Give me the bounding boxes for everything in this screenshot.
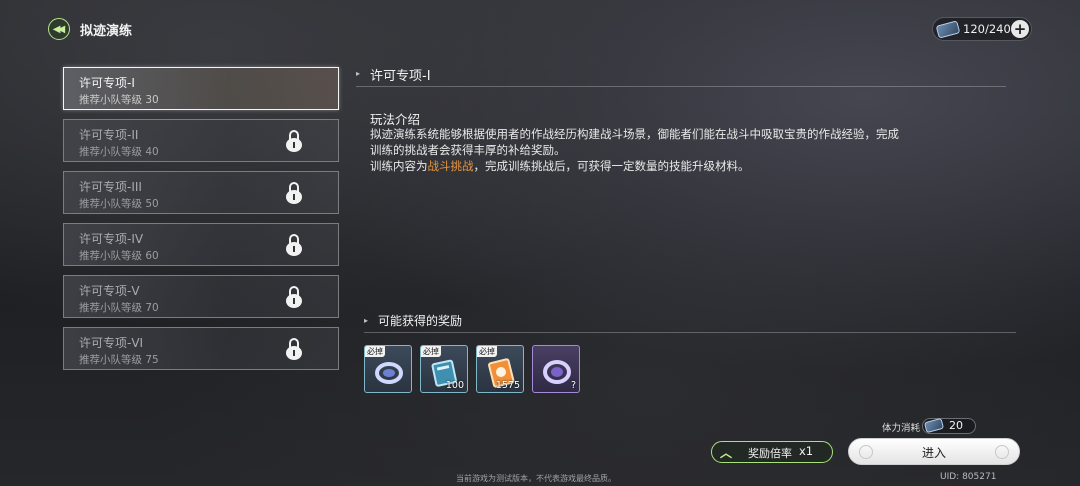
reward-item[interactable]: 必掉 100 — [420, 345, 468, 393]
stage-item-3[interactable]: 许可专项-III 推荐小队等级 50 — [63, 171, 339, 214]
stage-level: 推荐小队等级 75 — [79, 354, 159, 366]
multiplier-label: 奖励倍率 — [748, 447, 792, 460]
stamina-value: 120/240 — [963, 22, 1011, 36]
intro-prefix: 训练内容为 — [370, 159, 428, 173]
stage-level: 推荐小队等级 70 — [79, 302, 159, 314]
stamina-cost-label: 体力消耗 — [882, 423, 921, 434]
reward-count: 100 — [445, 380, 464, 391]
stage-level: 推荐小队等级 30 — [79, 94, 159, 106]
divider — [356, 86, 1006, 87]
stage-level: 推荐小队等级 50 — [79, 198, 159, 210]
lock-icon — [286, 338, 302, 360]
add-stamina-button[interactable]: + — [1011, 20, 1029, 38]
ring-device-icon — [543, 360, 571, 384]
stage-item-4[interactable]: 许可专项-IV 推荐小队等级 60 — [63, 223, 339, 266]
back-button[interactable]: ◀◀ — [48, 18, 70, 40]
stage-level: 推荐小队等级 40 — [79, 146, 159, 158]
footer-note: 当前游戏为测试版本，不代表游戏最终品质。 — [456, 474, 616, 483]
intro-suffix: ，完成训练挑战后，可获得一定数量的技能升级材料。 — [473, 159, 750, 173]
page-title: 拟迹演练 — [80, 24, 133, 39]
detail-title: 许可专项-I — [370, 69, 431, 84]
intro-line: 训练的挑战者会获得丰厚的补给奖励。 — [370, 143, 566, 157]
divider — [364, 332, 1016, 333]
intro-line: 训练内容为战斗挑战，完成训练挑战后，可获得一定数量的技能升级材料。 — [370, 158, 970, 174]
stage-name: 许可专项-III — [79, 180, 142, 194]
enter-label: 进入 — [921, 446, 946, 460]
stamina-ticket-icon — [923, 417, 945, 434]
stamina-cost: 20 — [922, 417, 976, 434]
reward-count: 1575 — [495, 380, 520, 391]
stage-name: 许可专项-IV — [79, 232, 144, 246]
lock-icon — [286, 286, 302, 308]
stamina-counter: 120/240 + — [932, 17, 1032, 41]
lock-icon — [286, 130, 302, 152]
lock-icon — [286, 182, 302, 204]
battle-challenge-highlight: 战斗挑战 — [427, 159, 474, 173]
back-arrow-icon: ◀◀ — [52, 23, 66, 35]
multiplier-value: x1 — [799, 444, 814, 458]
reward-multiplier-button[interactable]: ︿ 奖励倍率 x1 — [711, 441, 833, 463]
reward-item[interactable]: 必掉 1575 — [476, 345, 524, 393]
stage-item-6[interactable]: 许可专项-VI 推荐小队等级 75 — [63, 327, 339, 370]
guaranteed-tag: 必掉 — [477, 346, 497, 357]
stage-name: 许可专项-I — [79, 76, 135, 90]
uid-label: UID: 805271 — [940, 472, 997, 482]
reward-count: ? — [570, 380, 576, 391]
stage-name: 许可专项-VI — [79, 336, 144, 350]
ring-device-icon — [375, 362, 403, 384]
reward-item[interactable]: 必掉 — [364, 345, 412, 393]
stage-item-2[interactable]: 许可专项-II 推荐小队等级 40 — [63, 119, 339, 162]
chevron-up-icon: ︿ — [720, 446, 733, 460]
bullet-icon: ▸ — [356, 69, 361, 78]
decoration-icon — [995, 445, 1009, 459]
reward-item[interactable]: ? — [532, 345, 580, 393]
stage-name: 许可专项-II — [79, 128, 139, 142]
stage-list: 许可专项-I 推荐小队等级 30 许可专项-II 推荐小队等级 40 许可专项-… — [63, 67, 339, 379]
guaranteed-tag: 必掉 — [421, 346, 441, 357]
stage-name: 许可专项-V — [79, 284, 140, 298]
stage-item-5[interactable]: 许可专项-V 推荐小队等级 70 — [63, 275, 339, 318]
stage-item-1[interactable]: 许可专项-I 推荐小队等级 30 — [63, 67, 339, 110]
lock-icon — [286, 234, 302, 256]
enter-button[interactable]: 进入 — [848, 438, 1020, 465]
intro-line: 拟迹演练系统能够根据使用者的作战经历构建战斗场景，御能者们能在战斗中吸取宝贵的作… — [370, 127, 899, 141]
stamina-cost-value: 20 — [949, 419, 963, 432]
stage-level: 推荐小队等级 60 — [79, 250, 159, 262]
guaranteed-tag: 必掉 — [365, 346, 385, 357]
rewards-heading: 可能获得的奖励 — [378, 314, 463, 328]
stamina-ticket-icon — [935, 20, 961, 39]
intro-text: 拟迹演练系统能够根据使用者的作战经历构建战斗场景，御能者们能在战斗中吸取宝贵的作… — [370, 126, 970, 174]
bullet-icon: ▸ — [364, 316, 369, 325]
